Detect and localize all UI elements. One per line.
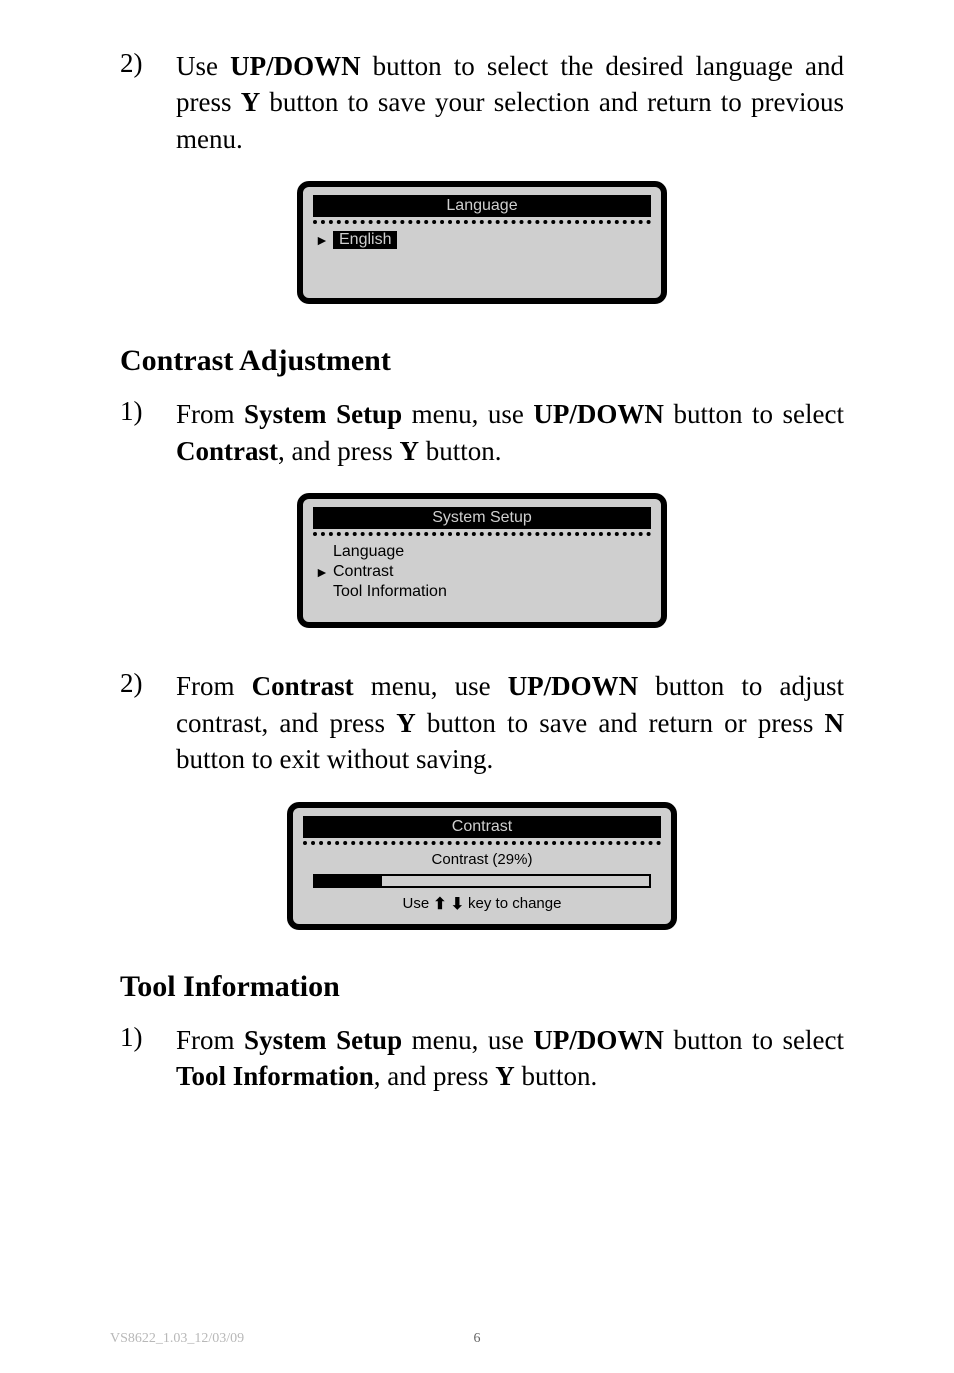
list-item-3: 2) From Contrast menu, use UP/DOWN butto… xyxy=(120,668,844,777)
text: menu, use xyxy=(402,1025,533,1055)
text: , and press xyxy=(278,436,399,466)
text: From xyxy=(176,1025,244,1055)
text: button to exit without saving. xyxy=(176,744,493,774)
item-label: Tool Information xyxy=(333,583,447,601)
divider xyxy=(303,841,661,845)
text: menu, use xyxy=(354,671,508,701)
selected-item: English xyxy=(333,231,397,249)
page-number: 6 xyxy=(474,1331,481,1347)
bold-text: Contrast xyxy=(176,436,278,466)
list-item-1: 2) Use UP/DOWN button to select the desi… xyxy=(120,48,844,157)
progress-fill xyxy=(315,876,382,886)
screen-title: Language xyxy=(313,195,651,217)
bold-text: Contrast xyxy=(252,671,354,701)
screen-row: Tool Information xyxy=(313,582,651,602)
contrast-hint: Use ⬆ ⬇ key to change xyxy=(303,894,661,914)
text: button to save and return or press xyxy=(416,708,825,738)
contrast-value-label: Contrast (29%) xyxy=(303,851,661,868)
text: button to select xyxy=(664,399,844,429)
screen-system-setup: System Setup Language ► Contrast Tool In… xyxy=(120,493,844,628)
divider xyxy=(313,532,651,536)
text: From xyxy=(176,671,252,701)
screen-row-selected: ► Contrast xyxy=(313,562,651,582)
text: , and press xyxy=(374,1061,495,1091)
progress-track xyxy=(313,874,651,888)
list-body: From System Setup menu, use UP/DOWN butt… xyxy=(176,1022,844,1095)
list-number: 1) xyxy=(120,396,176,469)
list-number: 2) xyxy=(120,48,176,157)
bold-text: Y xyxy=(396,708,416,738)
text: From xyxy=(176,399,244,429)
text: button to select xyxy=(664,1025,844,1055)
lcd-screen: System Setup Language ► Contrast Tool In… xyxy=(297,493,667,628)
pointer-icon: ► xyxy=(315,232,333,248)
list-body: Use UP/DOWN button to select the desired… xyxy=(176,48,844,157)
arrow-up-icon: ⬆ xyxy=(433,894,446,914)
heading-contrast-adjustment: Contrast Adjustment xyxy=(120,344,844,378)
pointer-icon: ► xyxy=(315,564,333,580)
screen-row xyxy=(313,250,651,270)
bold-text: Y xyxy=(399,436,419,466)
screen-row: Language xyxy=(313,542,651,562)
bold-text: UP/DOWN xyxy=(533,399,664,429)
bold-text: N xyxy=(825,708,845,738)
bold-text: Y xyxy=(495,1061,515,1091)
divider xyxy=(313,220,651,224)
bold-text: UP/DOWN xyxy=(508,671,639,701)
bold-text: UP/DOWN xyxy=(533,1025,664,1055)
list-item-4: 1) From System Setup menu, use UP/DOWN b… xyxy=(120,1022,844,1095)
list-number: 1) xyxy=(120,1022,176,1095)
lcd-screen: Language ► English xyxy=(297,181,667,304)
spacer xyxy=(313,270,651,288)
page-footer: VS8622_1.03_12/03/09 6 xyxy=(110,1331,844,1347)
heading-tool-information: Tool Information xyxy=(120,970,844,1004)
bold-text: Y xyxy=(241,87,261,117)
screen-row-selected: ► English xyxy=(313,230,651,250)
screen-title: Contrast xyxy=(303,816,661,838)
screen-language: Language ► English xyxy=(120,181,844,304)
bold-text: UP/DOWN xyxy=(230,51,361,81)
bold-text: Tool Information xyxy=(176,1061,374,1091)
text: button to save your selection and return… xyxy=(176,87,844,153)
list-number: 2) xyxy=(120,668,176,777)
text: ) xyxy=(527,851,532,868)
text: Contrast ( xyxy=(432,851,498,868)
screen-title: System Setup xyxy=(313,507,651,529)
bold-text: System Setup xyxy=(244,1025,402,1055)
arrow-down-icon: ⬇ xyxy=(451,894,464,914)
list-item-2: 1) From System Setup menu, use UP/DOWN b… xyxy=(120,396,844,469)
text: button. xyxy=(515,1061,598,1091)
screen-contrast: Contrast Contrast (29%) Use ⬆ ⬇ key to c… xyxy=(120,802,844,930)
list-body: From Contrast menu, use UP/DOWN button t… xyxy=(176,668,844,777)
contrast-percent: 29% xyxy=(497,851,527,868)
text: Use xyxy=(176,51,230,81)
contrast-bar xyxy=(313,874,651,888)
footer-version: VS8622_1.03_12/03/09 xyxy=(110,1331,244,1347)
spacer xyxy=(313,602,651,612)
text: Use xyxy=(403,895,430,912)
text: menu, use xyxy=(402,399,533,429)
lcd-screen: Contrast Contrast (29%) Use ⬆ ⬇ key to c… xyxy=(287,802,677,930)
bold-text: System Setup xyxy=(244,399,402,429)
text: button. xyxy=(419,436,502,466)
list-body: From System Setup menu, use UP/DOWN butt… xyxy=(176,396,844,469)
item-label: Contrast xyxy=(333,563,393,581)
item-label: Language xyxy=(333,543,404,561)
text: key to change xyxy=(468,895,561,912)
